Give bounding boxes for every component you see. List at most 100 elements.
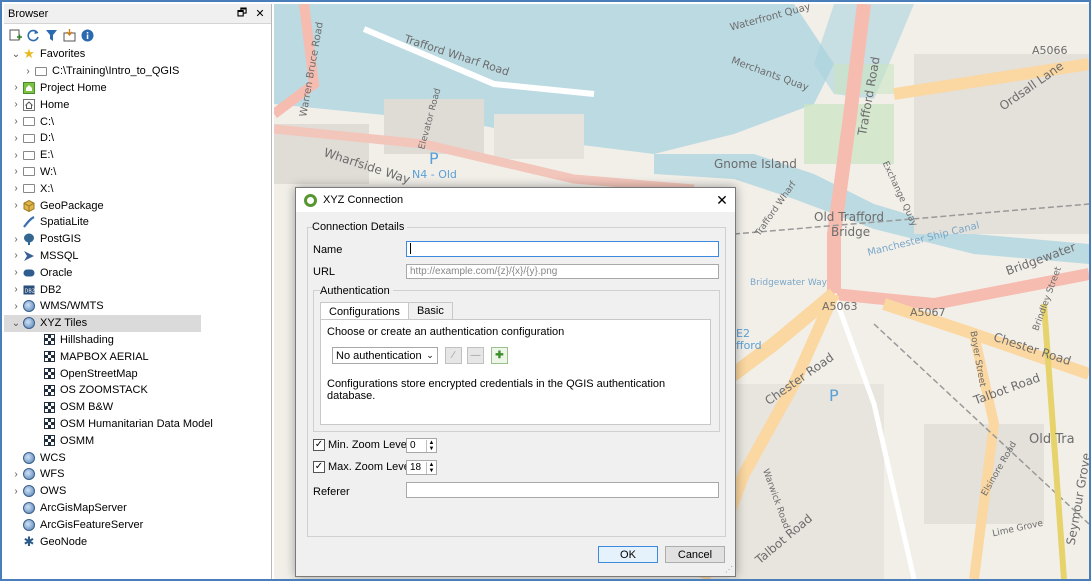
min-zoom-spinbox[interactable]: 0 ▲ ▼: [406, 438, 437, 453]
tree-item-xyz-mapbox-aerial[interactable]: MAPBOX AERIAL: [4, 348, 271, 365]
tree-item-wfs[interactable]: › WFS: [4, 466, 271, 483]
referer-input[interactable]: [406, 482, 719, 498]
close-panel-button[interactable]: ✕: [253, 7, 267, 20]
tree-item-label: SpatiaLite: [40, 216, 89, 229]
drive-icon: [22, 182, 36, 196]
tree-item-label: WMS/WMTS: [40, 300, 104, 313]
tree-item-drive-d[interactable]: › D:\: [4, 130, 271, 147]
info-icon[interactable]: [80, 28, 94, 42]
tree-item-arcgis-feature-server[interactable]: › ArcGisFeatureServer: [4, 516, 271, 533]
cancel-button[interactable]: Cancel: [665, 546, 725, 563]
tree-item-home[interactable]: › Home: [4, 96, 271, 113]
dialog-title: XYZ Connection: [323, 194, 404, 206]
tree-item-drive-w[interactable]: › W:\: [4, 164, 271, 181]
add-layer-icon[interactable]: [8, 28, 22, 42]
refresh-icon[interactable]: [26, 28, 40, 42]
spin-arrows-icon[interactable]: ▲ ▼: [426, 439, 436, 452]
collapsed-arrow-icon[interactable]: ›: [10, 301, 22, 312]
tree-item-drive-e[interactable]: › E:\: [4, 147, 271, 164]
resize-grip-icon[interactable]: ⋰: [725, 565, 733, 574]
collapsed-arrow-icon[interactable]: ›: [10, 133, 22, 144]
remove-auth-button[interactable]: —: [467, 347, 484, 364]
tree-item-wms-wmts[interactable]: › WMS/WMTS: [4, 298, 271, 315]
tree-item-drive-x[interactable]: › X:\: [4, 180, 271, 197]
tree-item-label: Project Home: [40, 81, 107, 94]
tab-basic[interactable]: Basic: [407, 302, 453, 319]
collapsed-arrow-icon[interactable]: ›: [10, 250, 22, 261]
collapsed-arrow-icon[interactable]: ›: [10, 150, 22, 161]
ok-button[interactable]: OK: [598, 546, 658, 563]
dialog-title-bar: XYZ Connection ✕: [296, 188, 735, 212]
collapsed-arrow-icon[interactable]: ›: [10, 200, 22, 211]
tree-item-xyz-tiles[interactable]: ⌄ XYZ Tiles: [4, 314, 201, 332]
max-zoom-spinbox[interactable]: 18 ▲ ▼: [406, 460, 437, 475]
tree-item-drive-c[interactable]: › C:\: [4, 113, 271, 130]
tree-item-geopackage[interactable]: › GeoPackage: [4, 197, 271, 214]
minus-icon: —: [470, 350, 481, 361]
tree-item-oracle[interactable]: › Oracle: [4, 264, 271, 281]
connection-details-label: Connection Details: [312, 221, 408, 233]
tree-item-xyz-osmm[interactable]: OSMM: [4, 432, 271, 449]
tree-item-postgis[interactable]: › PostGIS: [4, 231, 271, 248]
tree-item-ows[interactable]: › OWS: [4, 483, 271, 500]
svg-text:DB2: DB2: [25, 288, 35, 294]
browser-title-bar: Browser 🗗 ✕: [4, 4, 271, 24]
collapsed-arrow-icon[interactable]: ›: [10, 116, 22, 127]
expanded-arrow-icon[interactable]: ⌄: [10, 49, 22, 60]
tree-item-wcs[interactable]: › WCS: [4, 449, 271, 466]
folder-icon: [34, 64, 48, 78]
auth-config-select[interactable]: No authentication ⌄: [332, 347, 438, 364]
auth-tabs: Configurations Basic: [320, 302, 453, 320]
star-icon: ★: [23, 46, 35, 62]
configurations-pane: Choose or create an authentication confi…: [320, 319, 711, 425]
tree-item-geonode[interactable]: › ✱ GeoNode: [4, 533, 271, 550]
collapse-all-icon[interactable]: [62, 28, 76, 42]
filter-icon[interactable]: [44, 28, 58, 42]
add-auth-button[interactable]: ✚: [491, 347, 508, 364]
text-cursor: [410, 242, 411, 254]
expanded-arrow-icon[interactable]: ⌄: [10, 318, 22, 329]
collapsed-arrow-icon[interactable]: ›: [10, 166, 22, 177]
collapsed-arrow-icon[interactable]: ›: [10, 486, 22, 497]
url-label: URL: [313, 266, 336, 278]
tree-item-arcgis-map-server[interactable]: › ArcGisMapServer: [4, 500, 271, 517]
tree-item-xyz-osm-humanitarian[interactable]: OSM Humanitarian Data Model: [4, 416, 271, 433]
tree-item-db2[interactable]: › DB2 DB2: [4, 281, 271, 298]
max-zoom-checkbox[interactable]: ✓: [313, 461, 325, 473]
collapsed-arrow-icon[interactable]: ›: [10, 183, 22, 194]
tree-item-favorites[interactable]: ⌄ ★ Favorites: [4, 46, 271, 63]
spin-arrows-icon[interactable]: ▲ ▼: [426, 461, 436, 474]
collapsed-arrow-icon[interactable]: ›: [10, 99, 22, 110]
collapsed-arrow-icon[interactable]: ›: [10, 234, 22, 245]
tree-item-label: PostGIS: [40, 233, 81, 246]
arcgis-map-icon: [22, 501, 36, 515]
tree-item-label: WCS: [40, 451, 66, 464]
undock-button[interactable]: 🗗: [235, 4, 249, 23]
tree-item-project-home[interactable]: › Project Home: [4, 80, 271, 97]
edit-auth-button[interactable]: ∕: [445, 347, 462, 364]
auth-config-value: No authentication: [336, 349, 422, 362]
dialog-close-button[interactable]: ✕: [709, 192, 735, 209]
tree-item-mssql[interactable]: › MSSQL: [4, 248, 271, 265]
tree-item-xyz-osm-bw[interactable]: OSM B&W: [4, 399, 271, 416]
url-input[interactable]: http://example.com/{z}/{x}/{y}.png: [406, 264, 719, 279]
tab-configurations[interactable]: Configurations: [320, 302, 409, 320]
collapsed-arrow-icon[interactable]: ›: [10, 284, 22, 295]
home-icon: [22, 98, 36, 112]
tree-item-xyz-hillshading[interactable]: Hillshading: [4, 332, 271, 349]
min-zoom-checkbox[interactable]: ✓: [313, 439, 325, 451]
tree-item-xyz-openstreetmap[interactable]: OpenStreetMap: [4, 365, 271, 382]
collapsed-arrow-icon[interactable]: ›: [10, 469, 22, 480]
tree-item-xyz-os-zoomstack[interactable]: OS ZOOMSTACK: [4, 382, 271, 399]
collapsed-arrow-icon[interactable]: ›: [22, 66, 34, 77]
collapsed-arrow-icon[interactable]: ›: [10, 267, 22, 278]
tree-item-spatialite[interactable]: › SpatiaLite: [4, 214, 271, 231]
collapsed-arrow-icon[interactable]: ›: [10, 82, 22, 93]
name-input[interactable]: [406, 241, 719, 257]
chevron-down-icon: ⌄: [426, 350, 434, 360]
tree-item-favorite-folder[interactable]: › C:\Training\Intro_to_QGIS: [4, 63, 271, 80]
tree-item-label: Home: [40, 98, 70, 111]
tree-item-label: OpenStreetMap: [60, 367, 138, 380]
tile-icon: [42, 350, 56, 364]
tree-item-label: OSM Humanitarian Data Model: [60, 417, 213, 430]
